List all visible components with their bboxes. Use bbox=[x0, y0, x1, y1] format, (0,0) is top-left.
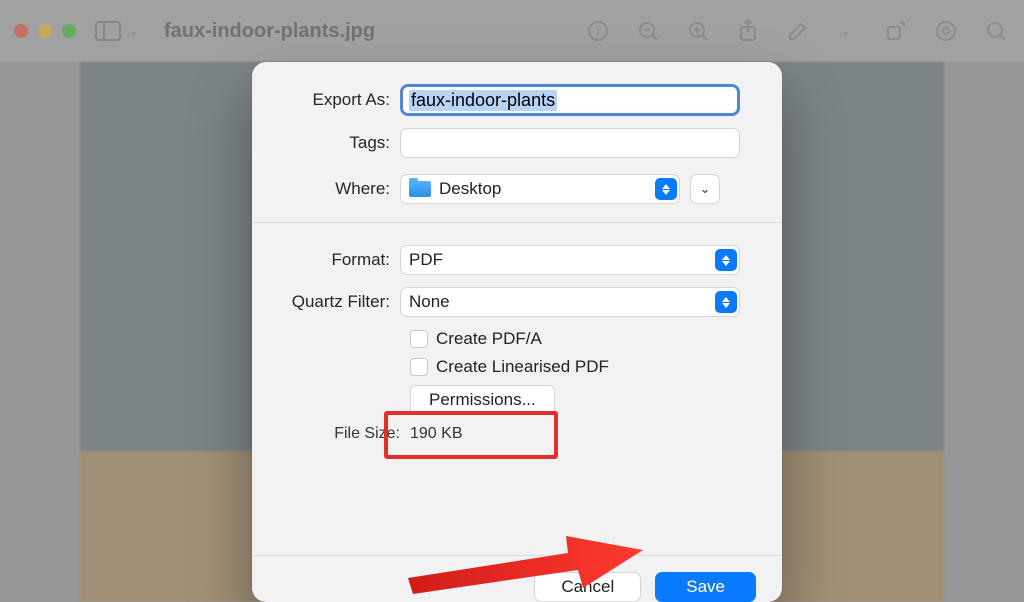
save-button[interactable]: Save bbox=[655, 572, 756, 602]
where-label: Where: bbox=[278, 179, 400, 199]
format-label: Format: bbox=[278, 250, 400, 270]
cancel-button[interactable]: Cancel bbox=[534, 572, 641, 602]
quartz-filter-dropdown[interactable]: None bbox=[400, 287, 740, 317]
create-linearised-label: Create Linearised PDF bbox=[436, 357, 609, 377]
expand-save-panel-button[interactable]: ⌄ bbox=[690, 174, 720, 204]
file-size-label: File Size: bbox=[278, 425, 410, 443]
updown-arrows-icon bbox=[715, 249, 737, 271]
format-dropdown[interactable]: PDF bbox=[400, 245, 740, 275]
where-value: Desktop bbox=[439, 179, 501, 199]
file-size-value: 190 KB bbox=[410, 425, 462, 443]
permissions-button[interactable]: Permissions... bbox=[410, 385, 555, 415]
updown-arrows-icon bbox=[655, 178, 677, 200]
where-dropdown[interactable]: Desktop bbox=[400, 174, 680, 204]
quartz-filter-label: Quartz Filter: bbox=[278, 292, 400, 312]
folder-icon bbox=[409, 181, 431, 197]
updown-arrows-icon bbox=[715, 291, 737, 313]
export-as-label: Export As: bbox=[278, 90, 400, 110]
format-value: PDF bbox=[409, 250, 443, 270]
tags-input[interactable] bbox=[400, 128, 740, 158]
quartz-filter-value: None bbox=[409, 292, 450, 312]
create-pdfa-label: Create PDF/A bbox=[436, 329, 542, 349]
create-pdfa-checkbox[interactable] bbox=[410, 330, 428, 348]
export-sheet: Export As: faux-indoor-plants Tags: Wher… bbox=[252, 62, 782, 602]
create-linearised-checkbox[interactable] bbox=[410, 358, 428, 376]
tags-label: Tags: bbox=[278, 133, 400, 153]
export-as-input[interactable]: faux-indoor-plants bbox=[400, 84, 740, 116]
